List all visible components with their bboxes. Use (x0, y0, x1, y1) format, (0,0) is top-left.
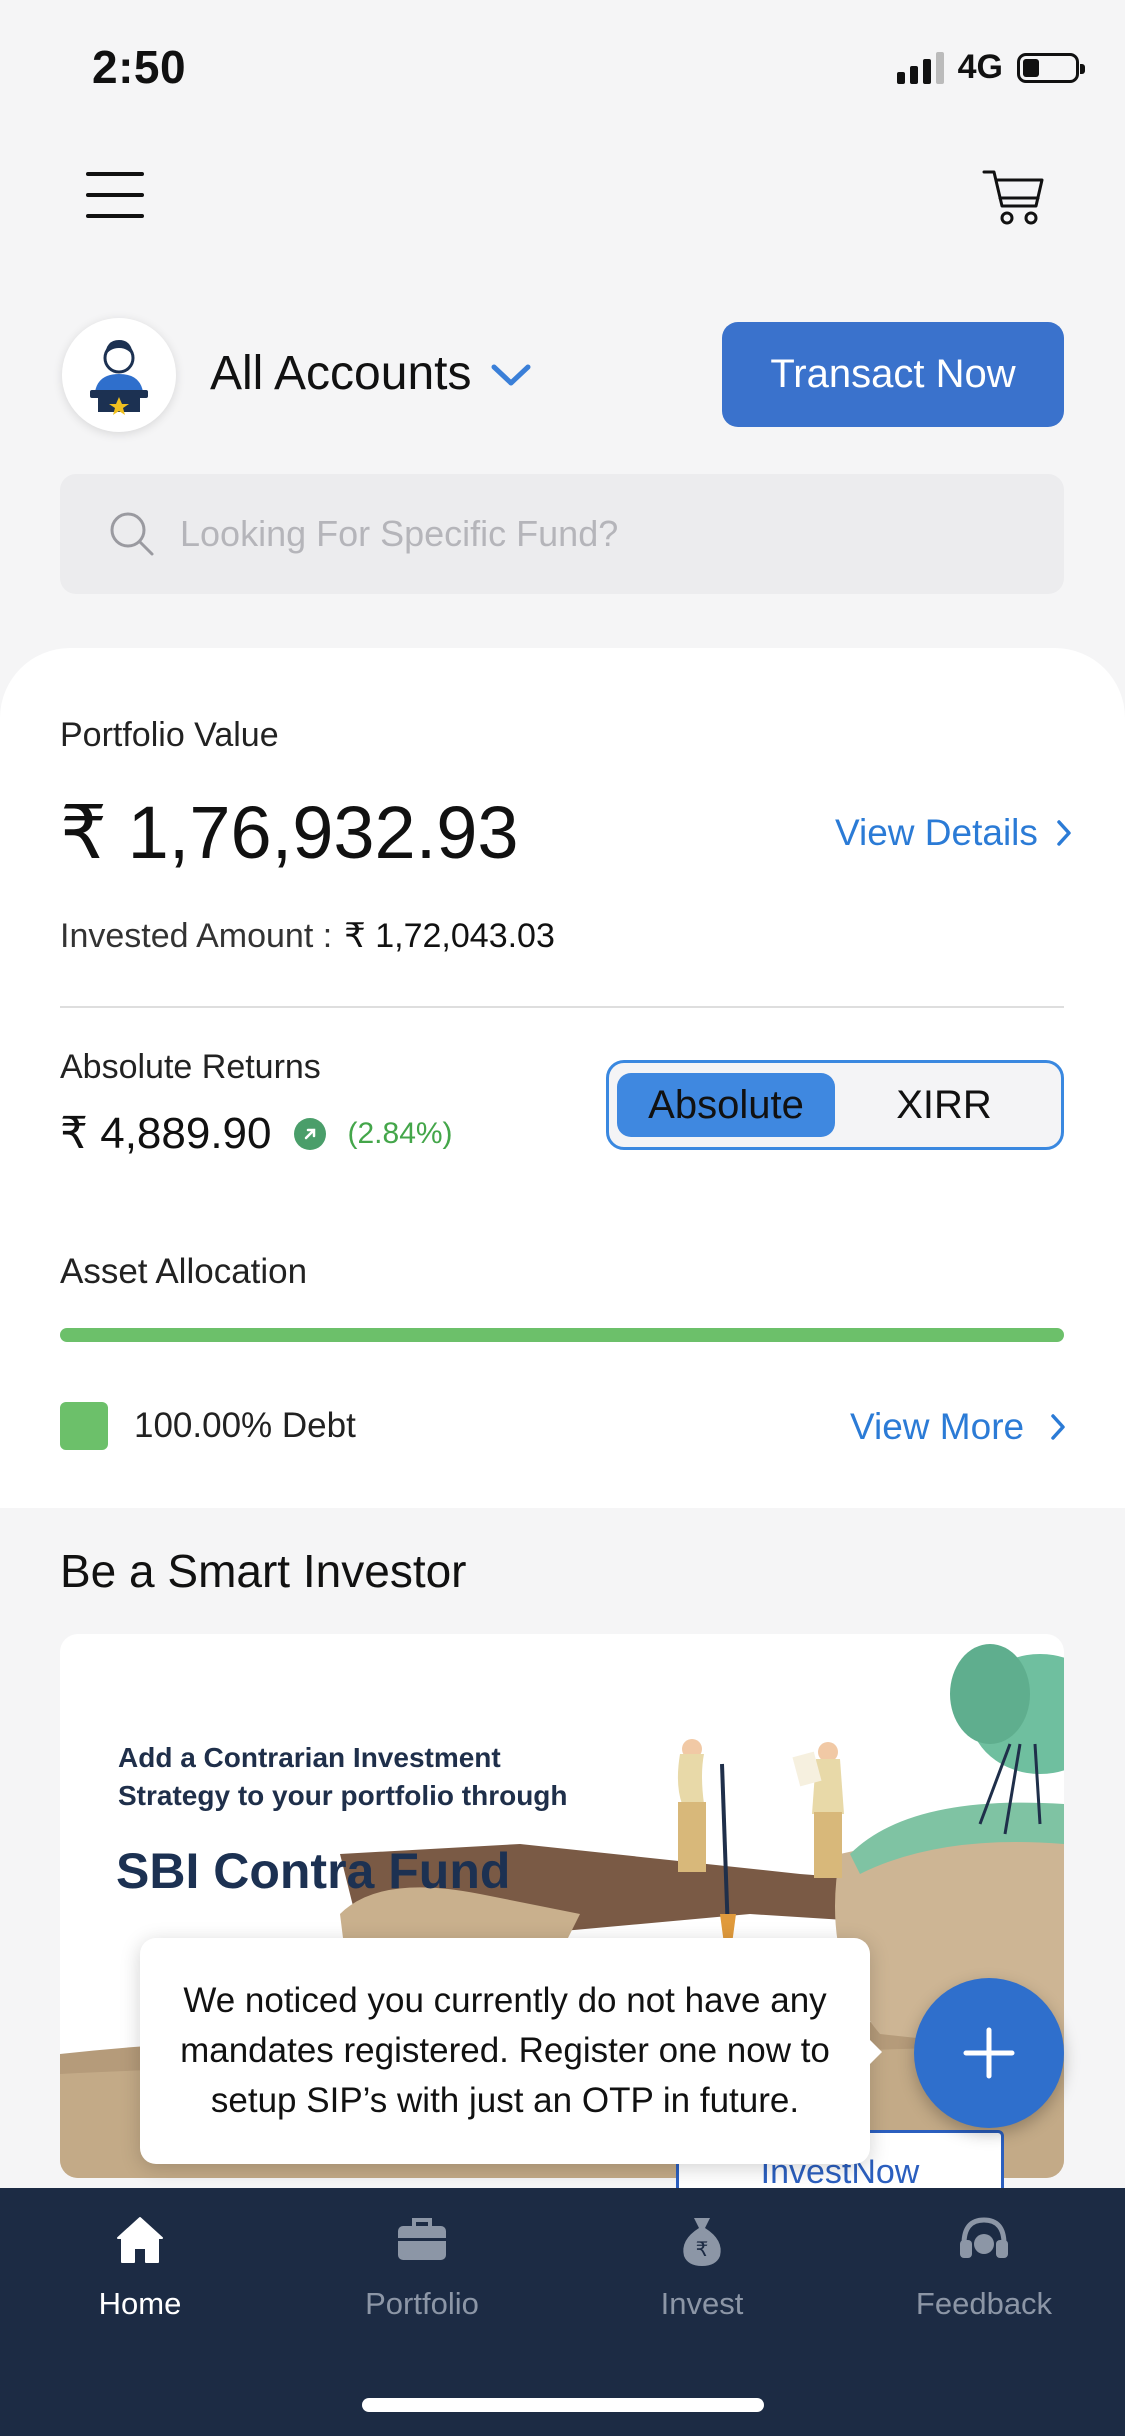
status-time: 2:50 (92, 41, 187, 93)
returns-percent: (2.84%) (347, 1116, 453, 1150)
invested-amount-label: Invested Amount : (60, 917, 333, 955)
signal-icon (896, 51, 944, 84)
asset-allocation-label: Asset Allocation (60, 1252, 308, 1291)
view-details-link[interactable]: View Details (835, 812, 1072, 854)
toggle-xirr[interactable]: XIRR (835, 1073, 1053, 1137)
chevron-right-icon (1051, 1414, 1065, 1440)
invested-amount-value: ₹ 1,72,043.03 (344, 917, 555, 955)
portfolio-value: ₹ 1,76,932.93 (60, 791, 519, 874)
asset-allocation-bar (60, 1328, 1064, 1342)
absolute-returns-value: ₹ 4,889.90 (60, 1109, 272, 1158)
search-placeholder: Looking For Specific Fund? (180, 513, 619, 554)
section-title: Be a Smart Investor (60, 1545, 467, 1597)
plus-icon (963, 2027, 1015, 2079)
banner-subtitle-line2: Strategy to your portfolio through (118, 1780, 568, 1811)
search-input[interactable]: Looking For Specific Fund? (60, 474, 1064, 594)
banner-subtitle-line1: Add a Contrarian Investment (118, 1742, 501, 1773)
nav-home-label: Home (98, 2286, 182, 2321)
account-selector[interactable]: All Accounts (210, 346, 533, 401)
cart-icon[interactable] (980, 164, 1046, 230)
money-bag-icon: ₹ (683, 2218, 721, 2266)
status-indicators: 4G (896, 48, 1085, 87)
nav-home[interactable]: Home (40, 2210, 240, 2322)
absolute-returns-label: Absolute Returns (60, 1048, 321, 1086)
nav-invest-label: Invest (660, 2286, 744, 2321)
search-icon (110, 512, 154, 556)
chevron-right-icon (1057, 820, 1071, 846)
briefcase-icon (398, 2218, 446, 2260)
mandate-tooltip: We noticed you currently do not have any… (140, 1938, 870, 2164)
debt-legend-label: 100.00% Debt (134, 1406, 356, 1445)
home-indicator (362, 2398, 764, 2412)
invested-amount: Invested Amount : ₹ 1,72,043.03 (60, 916, 555, 956)
network-type: 4G (957, 48, 1003, 86)
avatar[interactable] (62, 318, 176, 432)
account-selector-label: All Accounts (210, 347, 472, 400)
user-avatar-icon (90, 340, 148, 415)
battery-icon (1017, 52, 1085, 83)
view-more-link[interactable]: View More (850, 1406, 1066, 1448)
nav-feedback[interactable]: Feedback (884, 2210, 1084, 2322)
hamburger-menu-icon[interactable] (86, 172, 144, 218)
home-icon (117, 2217, 163, 2263)
view-details-label: View Details (835, 812, 1038, 853)
arrow-up-right-icon (293, 1117, 326, 1150)
nav-portfolio[interactable]: Portfolio (322, 2210, 522, 2322)
banner-title: SBI Contra Fund (116, 1843, 511, 1899)
headset-icon (960, 2217, 1008, 2258)
toggle-absolute[interactable]: Absolute (617, 1073, 835, 1137)
portfolio-value-label: Portfolio Value (60, 716, 279, 754)
debt-legend-swatch (60, 1402, 108, 1450)
tooltip-arrow (864, 2034, 882, 2070)
svg-text:₹: ₹ (696, 2237, 709, 2261)
absolute-returns: ₹ 4,889.90 (2.84%) (60, 1108, 453, 1159)
chevron-down-icon (491, 364, 531, 385)
returns-mode-toggle[interactable]: Absolute XIRR (606, 1060, 1064, 1150)
add-fab-button[interactable] (914, 1978, 1064, 2128)
nav-portfolio-label: Portfolio (365, 2286, 479, 2321)
nav-feedback-label: Feedback (915, 2286, 1053, 2321)
view-more-label: View More (850, 1406, 1025, 1447)
divider (60, 1006, 1064, 1008)
transact-now-button[interactable]: Transact Now (722, 322, 1064, 427)
nav-invest[interactable]: ₹ Invest (602, 2210, 802, 2322)
